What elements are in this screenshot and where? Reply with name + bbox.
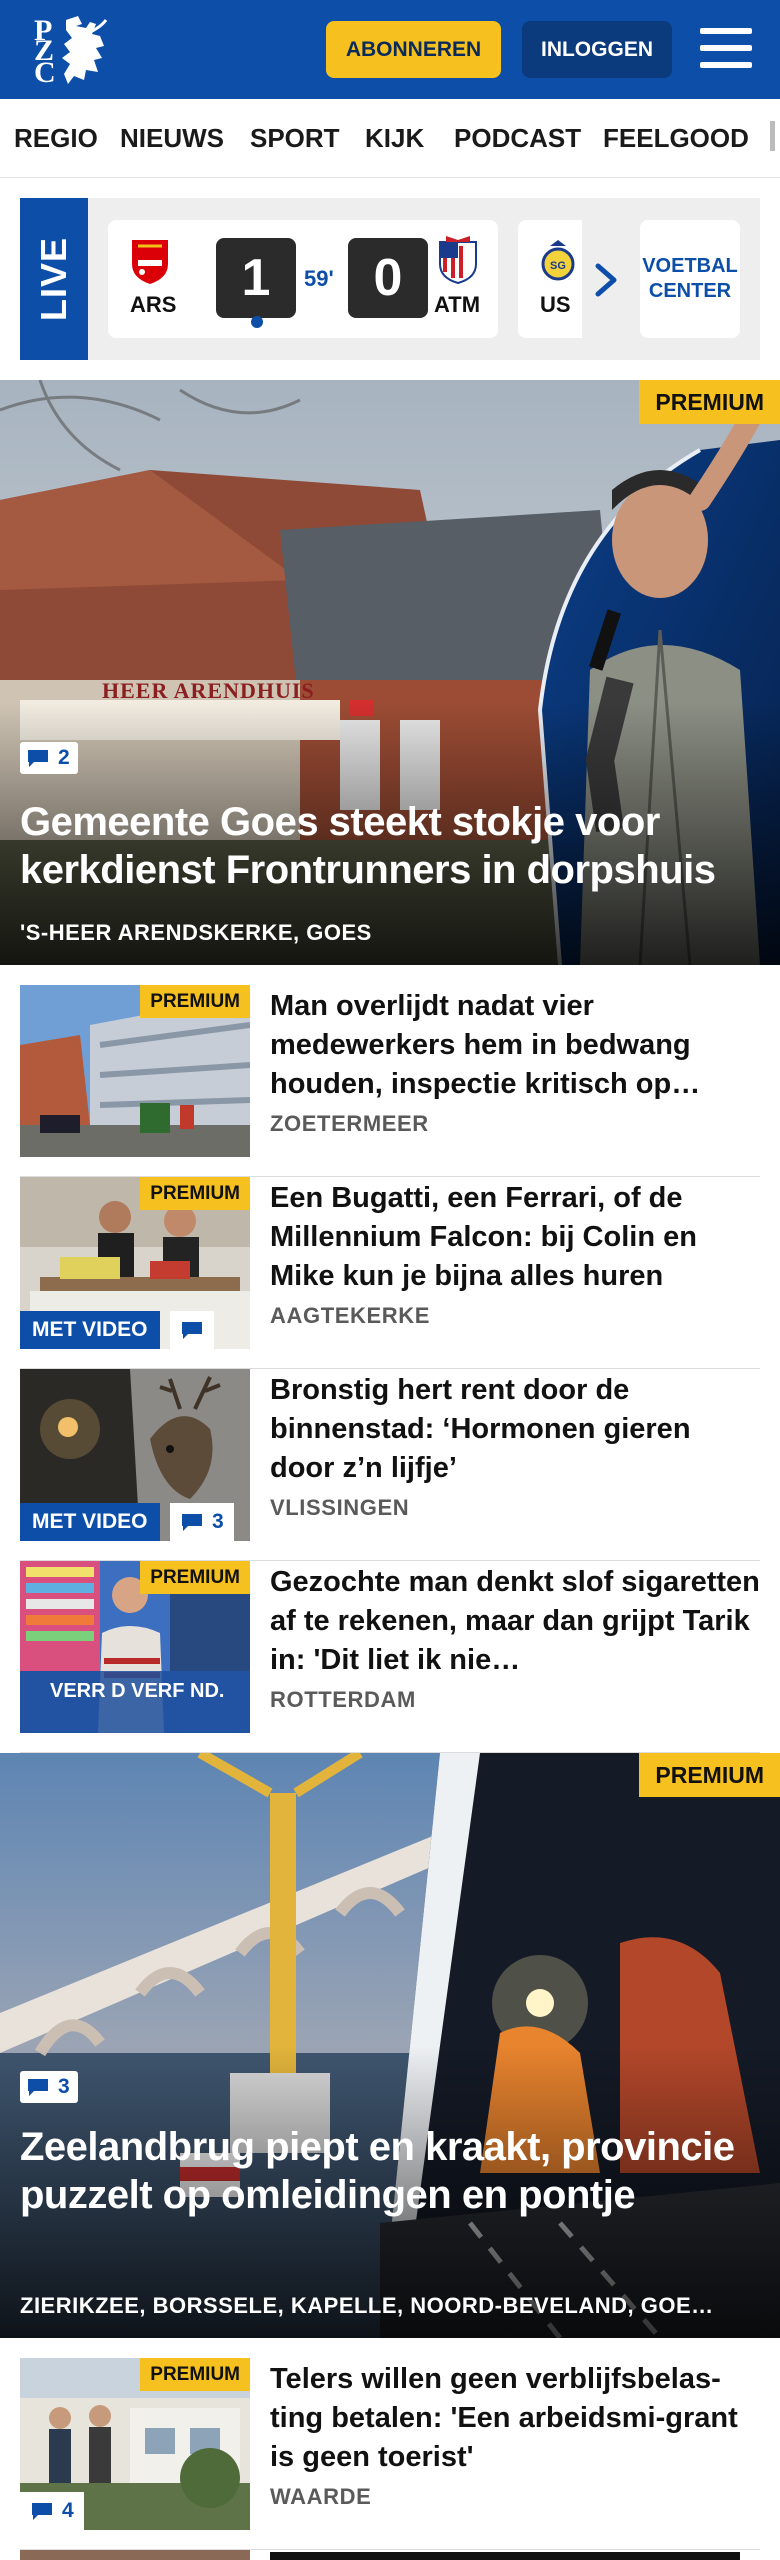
comment-count: 2 <box>58 746 70 769</box>
login-button[interactable]: INLOGGEN <box>522 21 672 78</box>
arsenal-crest-icon <box>132 240 168 284</box>
live-indicator-dot <box>251 316 263 328</box>
comment-count-chip: 4 <box>20 2492 84 2530</box>
hero-article-2[interactable]: PREMIUM 3 Zeelandbrug piept en kraakt, p… <box>0 1753 780 2338</box>
premium-badge: PREMIUM <box>140 1561 250 1594</box>
voetbal-center-link[interactable]: VOETBAL CENTER <box>640 220 740 338</box>
nav-item-feelgood[interactable]: FEELGOOD <box>603 123 749 154</box>
pzc-logo[interactable]: P Z C <box>30 14 110 89</box>
article-location: ZOETERMEER <box>270 1111 429 1136</box>
site-header: P Z C ABONNEREN INLOGGEN <box>0 0 780 99</box>
comment-bubble-icon <box>28 750 48 767</box>
comment-count-chip <box>170 1311 214 1349</box>
comment-count-chip: 3 <box>20 2071 78 2103</box>
nav-item-podcast[interactable]: PODCAST <box>454 123 581 154</box>
nav-item-kijk[interactable]: KIJK <box>365 123 424 154</box>
comment-bubble-icon <box>182 1514 202 1531</box>
article-location: WAARDE <box>270 2484 372 2509</box>
live-score-bar: LIVE ARS 1 59' 0 ATM SG US VOETBAL CENTE… <box>20 198 760 360</box>
chevron-right-icon[interactable] <box>592 260 622 300</box>
comment-count-chip: 2 <box>20 742 78 774</box>
home-score: 1 <box>216 238 296 318</box>
svg-text:SG: SG <box>550 260 566 272</box>
union-sg-crest-icon: SG <box>541 240 575 281</box>
live-match-card[interactable]: ARS 1 59' 0 ATM <box>108 220 498 338</box>
premium-badge: PREMIUM <box>140 2358 250 2391</box>
comment-count: 3 <box>212 1510 224 1533</box>
match-minute: 59' <box>304 266 334 291</box>
home-team-code: ARS <box>130 292 177 317</box>
comment-count: 3 <box>58 2075 70 2098</box>
article-location: AAGTEKERKE <box>270 1303 431 1328</box>
hero-article-2-image <box>0 1753 780 2338</box>
article-title[interactable]: Gezochte man denkt slof sigaretten af te… <box>270 1563 760 1680</box>
comment-bubble-icon <box>32 2503 52 2520</box>
away-score: 0 <box>348 238 428 318</box>
video-badge: MET VIDEO <box>20 1503 160 1541</box>
next-article-thumb-peek <box>20 2550 250 2560</box>
article-location: ROTTERDAM <box>270 1687 416 1712</box>
article-thumb-2: PREMIUM MET VIDEO <box>20 1177 250 1349</box>
article-thumb-3: MET VIDEO 3 <box>20 1369 250 1541</box>
article-row-2[interactable]: PREMIUM MET VIDEO Een Bugatti, een Ferra… <box>20 1177 760 1369</box>
article-row-5[interactable]: PREMIUM 4 Telers willen geen verblijfsbe… <box>20 2358 760 2550</box>
article-thumb-5: PREMIUM 4 <box>20 2358 250 2530</box>
nav-item-regio[interactable]: REGIO <box>14 123 98 154</box>
hero-article-2-location: ZIERIKZEE, BORSSELE, KAPELLE, NOORD-BEVE… <box>20 2293 714 2318</box>
comment-count-chip: 3 <box>170 1503 234 1541</box>
next-match-team-code: US <box>540 292 571 317</box>
article-thumb-4-text: VERR D VERF ND. <box>50 1680 224 1702</box>
hamburger-menu-icon[interactable] <box>700 26 752 70</box>
video-badge: MET VIDEO <box>20 1311 160 1349</box>
premium-badge: PREMIUM <box>140 985 250 1018</box>
hero-article-2-title[interactable]: Zeelandbrug piept en kraakt, provincie p… <box>20 2123 760 2219</box>
hero-article-1-sign-text: HEER ARENDHUIS <box>102 678 315 703</box>
hero-article-1-location: 'S-HEER ARENDSKERKE, GOES <box>20 920 372 945</box>
article-row-3[interactable]: MET VIDEO 3 Bronstig hert rent door de b… <box>20 1369 760 1561</box>
article-thumb-4: VERR D VERF ND. PREMIUM <box>20 1561 250 1733</box>
section-nav: REGIO NIEUWS SPORT KIJK PODCAST FEELGOOD <box>0 99 780 178</box>
hero-article-1[interactable]: HEER ARENDHUIS PREMIUM 2 Gemeente Goes s… <box>0 380 780 965</box>
logo-letter-c: C <box>34 56 56 89</box>
article-location: VLISSINGEN <box>270 1495 410 1520</box>
comment-bubble-icon <box>182 1322 202 1339</box>
atletico-crest-icon <box>439 236 477 284</box>
article-title[interactable]: Een Bugatti, een Ferrari, of de Millenni… <box>270 1179 760 1296</box>
premium-badge: PREMIUM <box>639 380 780 424</box>
live-tag: LIVE <box>20 198 88 360</box>
comment-bubble-icon <box>28 2079 48 2096</box>
subscribe-button[interactable]: ABONNEREN <box>326 21 501 78</box>
article-thumb-1: PREMIUM <box>20 985 250 1157</box>
away-team-code: ATM <box>434 292 481 317</box>
next-match-card[interactable]: SG US <box>518 220 582 338</box>
premium-badge: PREMIUM <box>140 1177 250 1210</box>
article-title[interactable]: Man overlijdt nadat vier medewerkers hem… <box>270 987 760 1104</box>
article-title[interactable]: Bronstig hert rent door de binnenstad: ‘… <box>270 1371 760 1488</box>
premium-badge: PREMIUM <box>639 1753 780 1797</box>
next-article-title-peek <box>270 2552 740 2560</box>
nav-item-sport[interactable]: SPORT <box>250 123 340 154</box>
article-row-4[interactable]: VERR D VERF ND. PREMIUM Gezochte man den… <box>20 1561 760 1753</box>
nav-overflow-indicator <box>770 121 775 151</box>
comment-count: 4 <box>62 2499 74 2522</box>
article-row-1[interactable]: PREMIUM Man overlijdt nadat vier medewer… <box>20 985 760 1177</box>
article-title[interactable]: Telers willen geen verblijfsbelas-ting b… <box>270 2360 760 2477</box>
nav-item-nieuws[interactable]: NIEUWS <box>120 123 224 154</box>
hero-article-1-title[interactable]: Gemeente Goes steekt stokje voor kerkdie… <box>20 798 760 894</box>
lion-emblem-icon <box>62 16 108 84</box>
